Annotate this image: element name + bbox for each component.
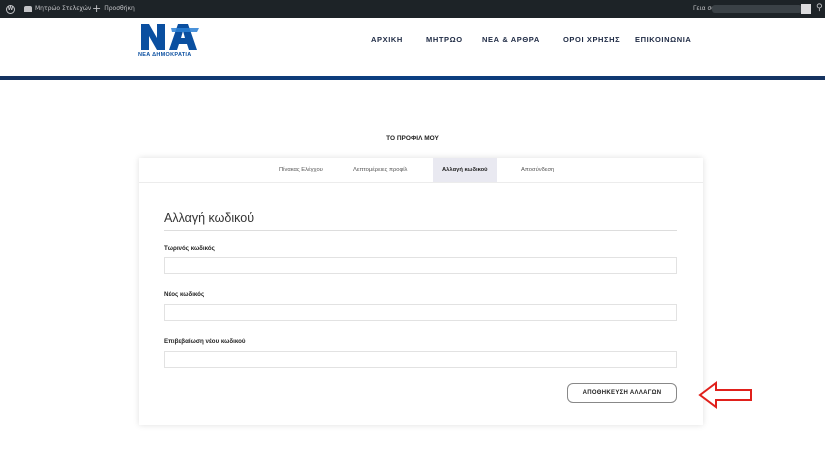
form-title-divider xyxy=(164,230,677,231)
home-icon xyxy=(24,6,32,12)
confirm-password-label: Επιβεβαίωση νέου κωδικού xyxy=(164,338,246,345)
tab-logout[interactable]: Αποσύνδεση xyxy=(521,158,554,182)
annotation-arrow-icon xyxy=(698,381,752,409)
confirm-password-input[interactable] xyxy=(164,351,677,368)
header-divider xyxy=(0,76,825,80)
new-password-label: Νέος κωδικός xyxy=(164,291,205,298)
main-nav: ΑΡΧΙΚΗ ΜΗΤΡΩΟ ΝΕΑ & ΑΡΘΡΑ ΟΡΟΙ ΧΡΗΣΗΣ ΕΠ… xyxy=(0,35,825,49)
search-icon[interactable]: ⚲ xyxy=(816,3,823,13)
wordpress-logo-icon[interactable]: W xyxy=(5,0,16,18)
profile-tabs: Πίνακας Ελέγχου Λεπτομέρειες προφίλ Αλλα… xyxy=(139,158,703,183)
nav-news[interactable]: ΝΕΑ & ΑΡΘΡΑ xyxy=(482,35,540,44)
admin-bar-new-label: Προσθήκη xyxy=(104,5,135,12)
avatar[interactable] xyxy=(801,4,811,14)
current-password-input[interactable] xyxy=(164,257,677,274)
nav-registry[interactable]: ΜΗΤΡΩΟ xyxy=(426,35,463,44)
tab-profile-details[interactable]: Λεπτομέρειες προφίλ xyxy=(353,158,407,182)
admin-bar-site-link[interactable]: Μητρώο Στελεχών xyxy=(24,0,91,18)
tab-change-password[interactable]: Αλλαγή κωδικού xyxy=(433,158,497,182)
tab-dashboard[interactable]: Πίνακας Ελέγχου xyxy=(279,158,323,182)
admin-bar: W Μητρώο Στελεχών + Προσθήκη Γεια σου, ⚲ xyxy=(0,0,825,18)
current-password-label: Τωρινός κωδικός xyxy=(164,245,215,252)
save-changes-button[interactable]: ΑΠΟΘΗΚΕΥΣΗ ΑΛΛΑΓΩΝ xyxy=(567,383,677,403)
plus-icon: + xyxy=(92,2,102,15)
blurred-username xyxy=(712,5,802,13)
admin-bar-new-link[interactable]: + Προσθήκη xyxy=(92,0,135,18)
admin-bar-site-name: Μητρώο Στελεχών xyxy=(35,5,92,12)
profile-card: Πίνακας Ελέγχου Λεπτομέρειες προφίλ Αλλα… xyxy=(139,158,703,425)
logo-text: ΝΕΑ ΔΗΜΟΚΡΑΤΙΑ xyxy=(138,52,192,58)
nav-home[interactable]: ΑΡΧΙΚΗ xyxy=(371,35,403,44)
page-title: ΤΟ ΠΡΟΦΙΛ ΜΟΥ xyxy=(386,135,439,142)
form-title: Αλλαγή κωδικού xyxy=(164,211,255,225)
new-password-input[interactable] xyxy=(164,304,677,321)
nav-contact[interactable]: ΕΠΙΚΟΙΝΩΝΙΑ xyxy=(635,35,691,44)
nav-terms[interactable]: ΟΡΟΙ ΧΡΗΣΗΣ xyxy=(563,35,620,44)
site-header: ΝΕΑ ΔΗΜΟΚΡΑΤΙΑ ΑΡΧΙΚΗ ΜΗΤΡΩΟ ΝΕΑ & ΑΡΘΡΑ… xyxy=(0,18,825,76)
